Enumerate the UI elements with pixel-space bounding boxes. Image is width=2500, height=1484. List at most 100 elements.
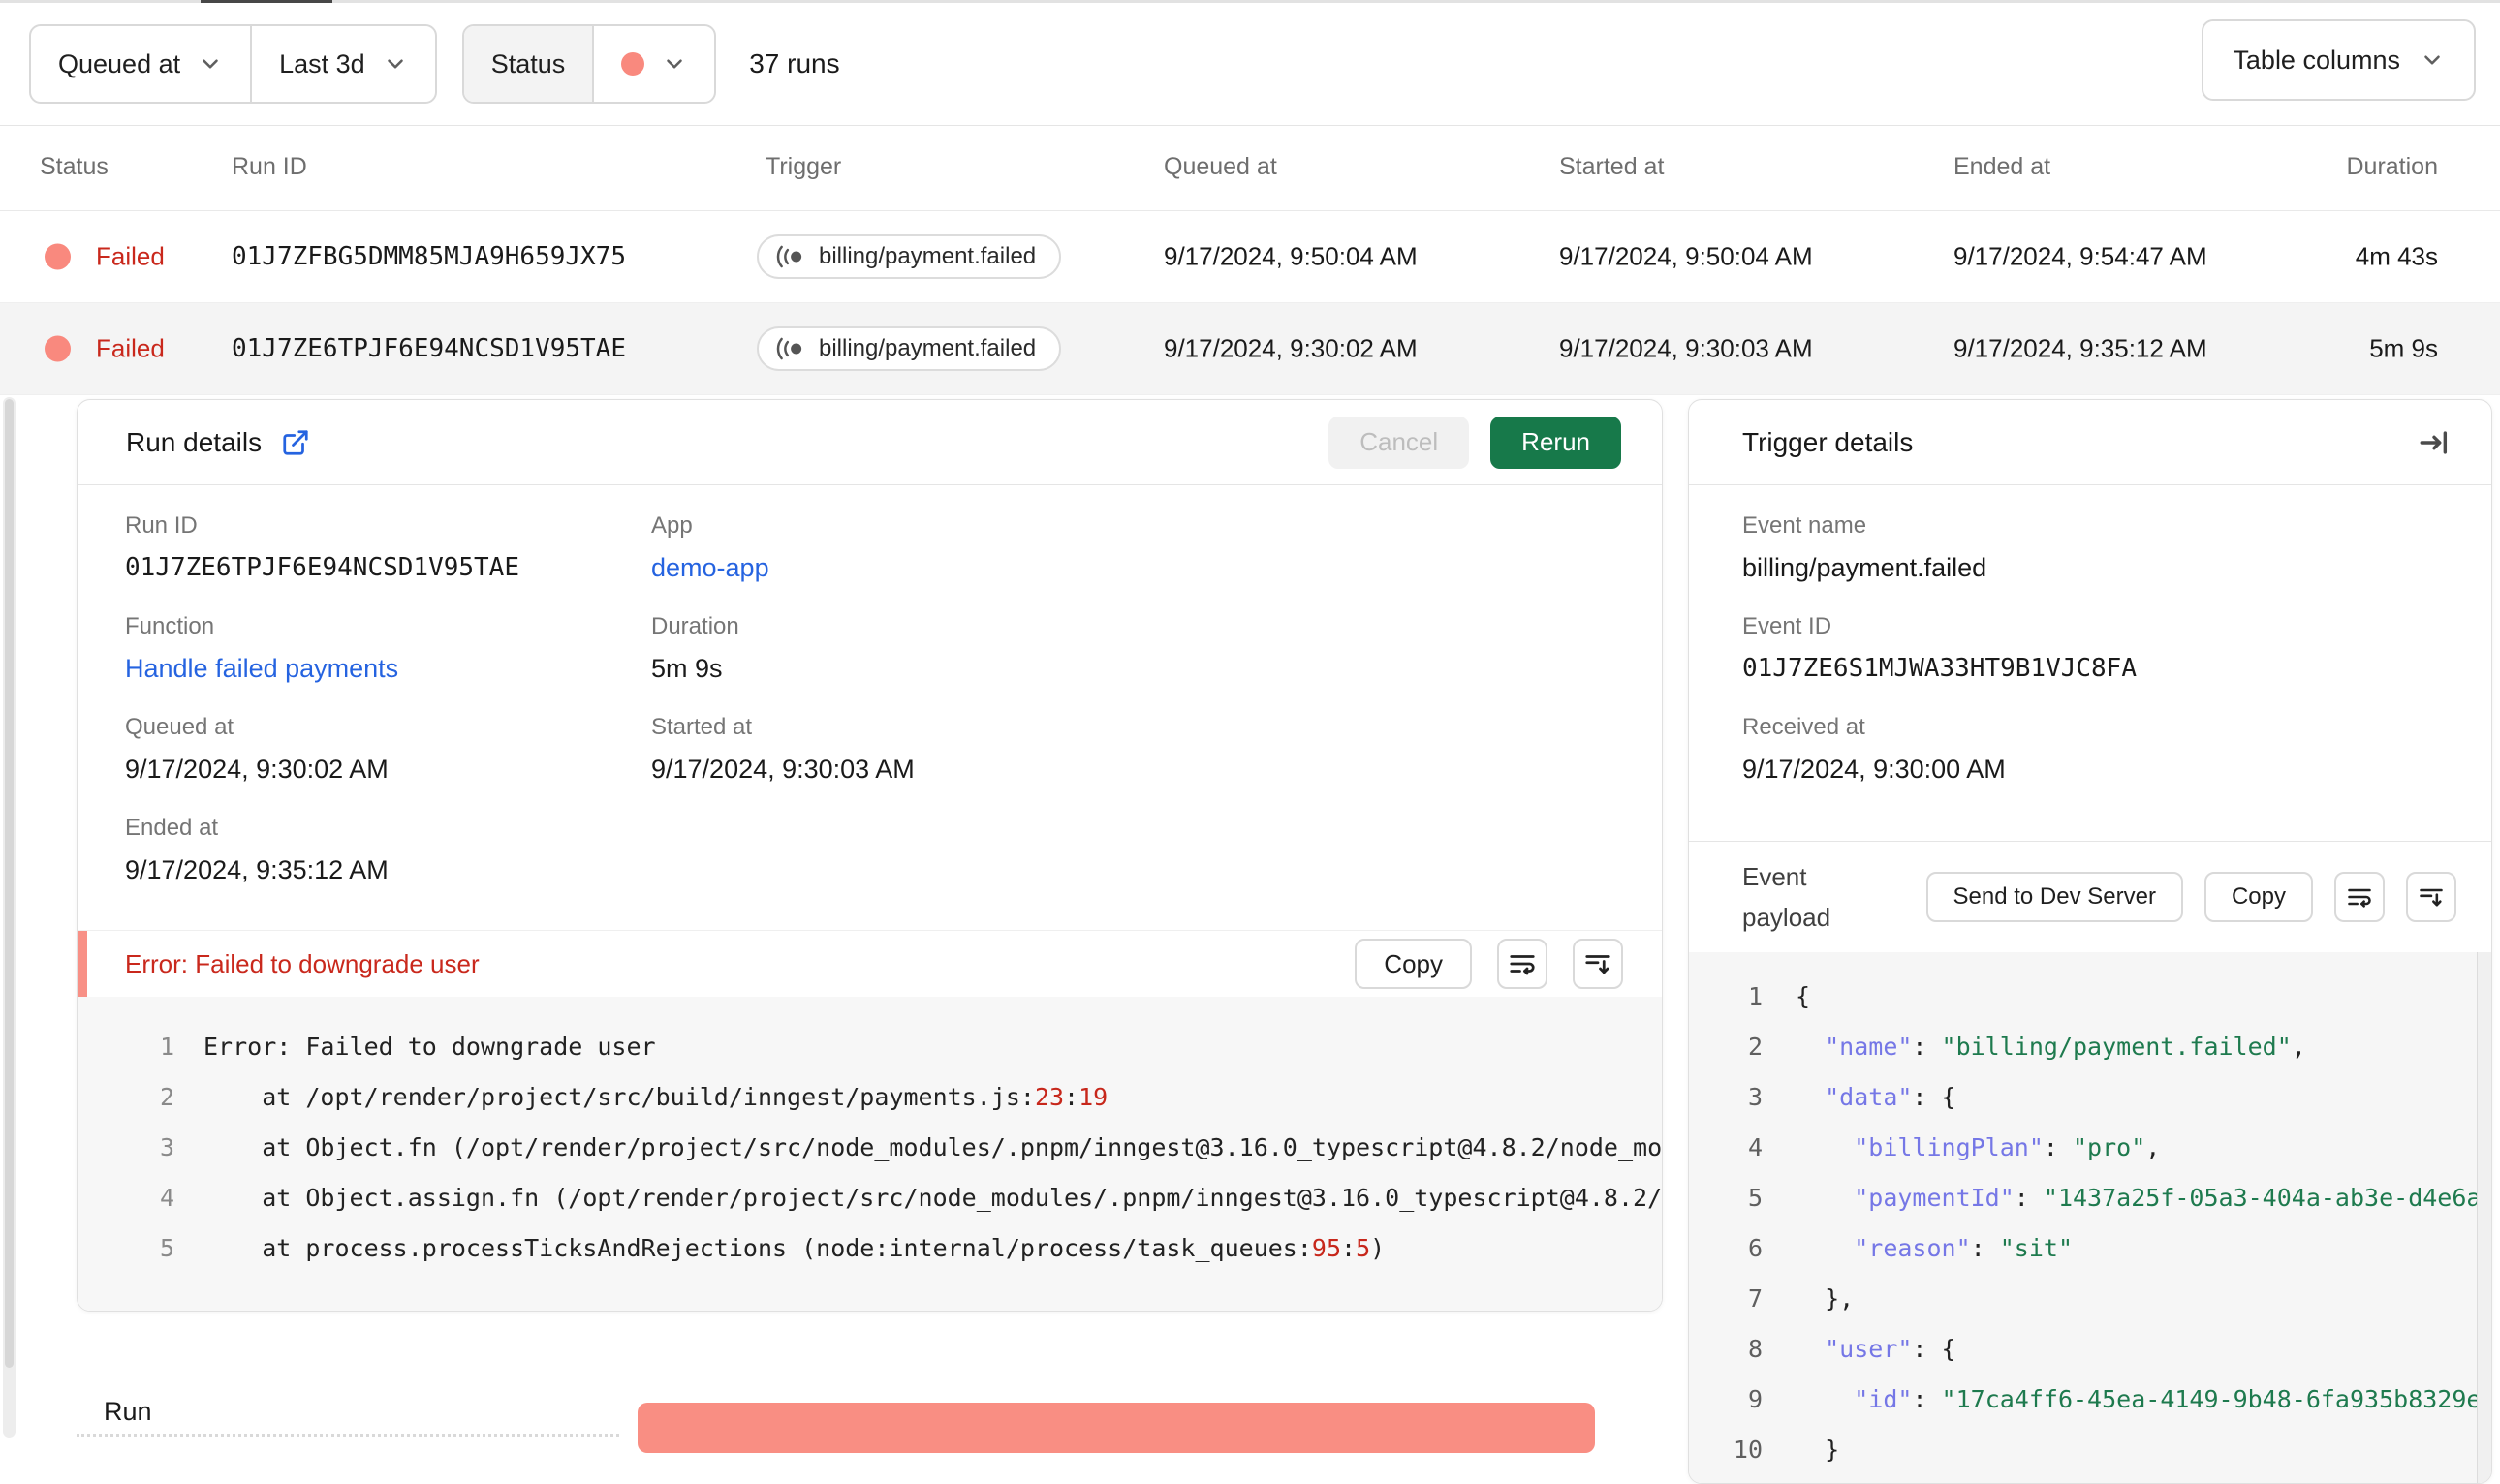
cancel-label: Cancel	[1359, 427, 1439, 456]
table-columns-button[interactable]: Table columns	[2202, 19, 2476, 101]
waterfall-dotted-line	[77, 1434, 619, 1437]
vertical-scrollbar[interactable]	[3, 397, 16, 1438]
waterfall-run-bar[interactable]	[638, 1403, 1595, 1453]
trigger-cell: billing/payment.failed	[757, 234, 1062, 279]
payload-expand-button[interactable]	[2406, 872, 2456, 922]
queued-at-filter[interactable]: Queued at	[31, 26, 250, 102]
queued-at-value: 9/17/2024, 9:30:02 AM	[125, 755, 389, 784]
line-number: 4	[1747, 1133, 1763, 1161]
run-id-value: 01J7ZE6TPJF6E94NCSD1V95TAE	[125, 553, 519, 582]
failed-status-dot	[45, 335, 71, 362]
run-details-header: Run details Cancel Rerun	[78, 400, 1662, 485]
event-payload-label: Event payload	[1742, 862, 1831, 932]
code-line: 3 at Object.fn (/opt/render/project/src/…	[78, 1123, 1662, 1173]
run-details-card: Run details Cancel Rerun Run ID 01J7ZE6T…	[77, 399, 1663, 1312]
started-at-cell: 9/17/2024, 9:50:04 AM	[1559, 241, 1813, 271]
status-label: Failed	[96, 241, 165, 271]
expand-output-button[interactable]	[1573, 939, 1623, 989]
status-filter-label: Status	[490, 48, 566, 78]
error-copy-button[interactable]: Copy	[1355, 939, 1472, 989]
code-line: 2 "name": "billing/payment.failed",	[1689, 1022, 2479, 1072]
event-broadcast-icon	[776, 337, 802, 360]
code-line: 3 "data": {	[1689, 1072, 2479, 1123]
event-broadcast-icon	[776, 245, 802, 268]
status-filter-value[interactable]	[592, 26, 714, 102]
external-link-icon[interactable]	[281, 428, 310, 457]
event-id-value: 01J7ZE6S1MJWA33HT9B1VJC8FA	[1742, 654, 2137, 683]
started-at-cell: 9/17/2024, 9:30:03 AM	[1559, 333, 1813, 363]
started-at-label: Started at	[651, 714, 753, 740]
trigger-details-title: Trigger details	[1742, 426, 1914, 457]
field-function: Function Handle failed payments	[125, 613, 398, 684]
table-row[interactable]: Failed 01J7ZE6TPJF6E94NCSD1V95TAE billing/…	[0, 303, 2500, 395]
code-line: 7 },	[1689, 1274, 2479, 1324]
chevron-down-icon	[2424, 55, 2440, 65]
col-queued: Queued at	[1164, 153, 1277, 180]
failed-status-dot	[45, 243, 71, 270]
ended-at-cell: 9/17/2024, 9:54:47 AM	[1953, 241, 2207, 271]
function-link[interactable]: Handle failed payments	[125, 654, 398, 683]
col-ended: Ended at	[1953, 153, 2051, 180]
error-header: Error: Failed to downgrade user Copy	[78, 930, 1662, 997]
table-header: Status Run ID Trigger Queued at Started …	[0, 126, 2500, 211]
time-range-filter-label: Last 3d	[279, 48, 365, 78]
event-payload-json: 1{2 "name": "billing/payment.failed", 3 "…	[1689, 952, 2479, 1483]
wrap-text-icon	[2348, 888, 2371, 908]
status-filter-label-segment[interactable]: Status	[463, 26, 593, 102]
event-payload-header: Event payload Send to Dev Server Copy	[1689, 841, 2491, 952]
field-duration: Duration 5m 9s	[651, 613, 739, 684]
col-duration: Duration	[2346, 153, 2439, 180]
run-id-cell: 01J7ZE6TPJF6E94NCSD1V95TAE	[232, 334, 626, 363]
payload-wrap-button[interactable]	[2334, 872, 2385, 922]
code-line: 5 at process.processTicksAndRejections (…	[78, 1223, 1662, 1274]
send-to-dev-server-button[interactable]: Send to Dev Server	[1925, 872, 2183, 922]
code-line: 5 "paymentId": "1437a25f-05a3-404a-ab3e-…	[1689, 1173, 2479, 1223]
col-started: Started at	[1559, 153, 1665, 180]
status-cell: Failed	[45, 334, 165, 364]
line-number: 6	[1747, 1234, 1763, 1262]
duration-cell: 4m 43s	[2355, 241, 2438, 271]
collapse-panel-icon[interactable]	[2418, 426, 2451, 459]
scroll-down-icon	[2420, 888, 2443, 907]
scrollbar-thumb[interactable]	[5, 399, 14, 1368]
run-details-title: Run details	[126, 426, 263, 457]
send-to-dev-server-label: Send to Dev Server	[1953, 883, 2156, 910]
chevron-down-icon	[387, 59, 403, 69]
app-link[interactable]: demo-app	[651, 553, 769, 582]
trigger-details-card: Trigger details Event name billing/payme…	[1688, 399, 2492, 1484]
function-label: Function	[125, 613, 215, 639]
field-event-id: Event ID 01J7ZE6S1MJWA33HT9B1VJC8FA	[1742, 613, 2137, 683]
payload-scrollbar[interactable]	[2477, 952, 2491, 1483]
line-number: 7	[1747, 1284, 1763, 1313]
code-line: 1 Error: Failed to downgrade user	[78, 1022, 1662, 1072]
cancel-button[interactable]: Cancel	[1328, 416, 1470, 469]
failed-status-dot	[621, 52, 645, 76]
duration-label: Duration	[651, 613, 739, 639]
ended-at-cell: 9/17/2024, 9:35:12 AM	[1953, 333, 2207, 363]
payload-copy-button[interactable]: Copy	[2203, 872, 2313, 922]
table-row[interactable]: Failed 01J7ZFBG5DMM85MJA9H659JX75 billing/…	[0, 211, 2500, 303]
run-details-region: Run details Cancel Rerun Run ID 01J7ZE6T…	[0, 395, 2500, 1484]
received-at-value: 9/17/2024, 9:30:00 AM	[1742, 755, 2006, 784]
code-line: 1{	[1689, 972, 2479, 1022]
started-at-value: 9/17/2024, 9:30:03 AM	[651, 755, 915, 784]
field-queued-at: Queued at 9/17/2024, 9:30:02 AM	[125, 714, 389, 785]
time-filter-group: Queued at Last 3d	[29, 24, 437, 104]
received-at-label: Received at	[1742, 714, 1865, 740]
line-number: 1	[1747, 982, 1763, 1010]
line-number: 2	[159, 1083, 174, 1111]
queued-at-label: Queued at	[125, 714, 234, 740]
chevron-down-icon	[203, 59, 218, 69]
trigger-cell: billing/payment.failed	[757, 326, 1062, 371]
time-range-filter[interactable]: Last 3d	[250, 26, 435, 102]
line-number: 8	[1747, 1335, 1763, 1363]
line-number: 3	[159, 1133, 174, 1161]
error-title: Error: Failed to downgrade user	[125, 948, 480, 978]
rerun-button[interactable]: Rerun	[1490, 416, 1621, 469]
queued-at-cell: 9/17/2024, 9:50:04 AM	[1164, 241, 1418, 271]
field-app: App demo-app	[651, 512, 769, 583]
code-line: 8 "user": {	[1689, 1324, 2479, 1375]
code-line: 10 }	[1689, 1425, 2479, 1475]
chevron-down-icon	[667, 59, 683, 69]
wrap-text-button[interactable]	[1497, 939, 1547, 989]
